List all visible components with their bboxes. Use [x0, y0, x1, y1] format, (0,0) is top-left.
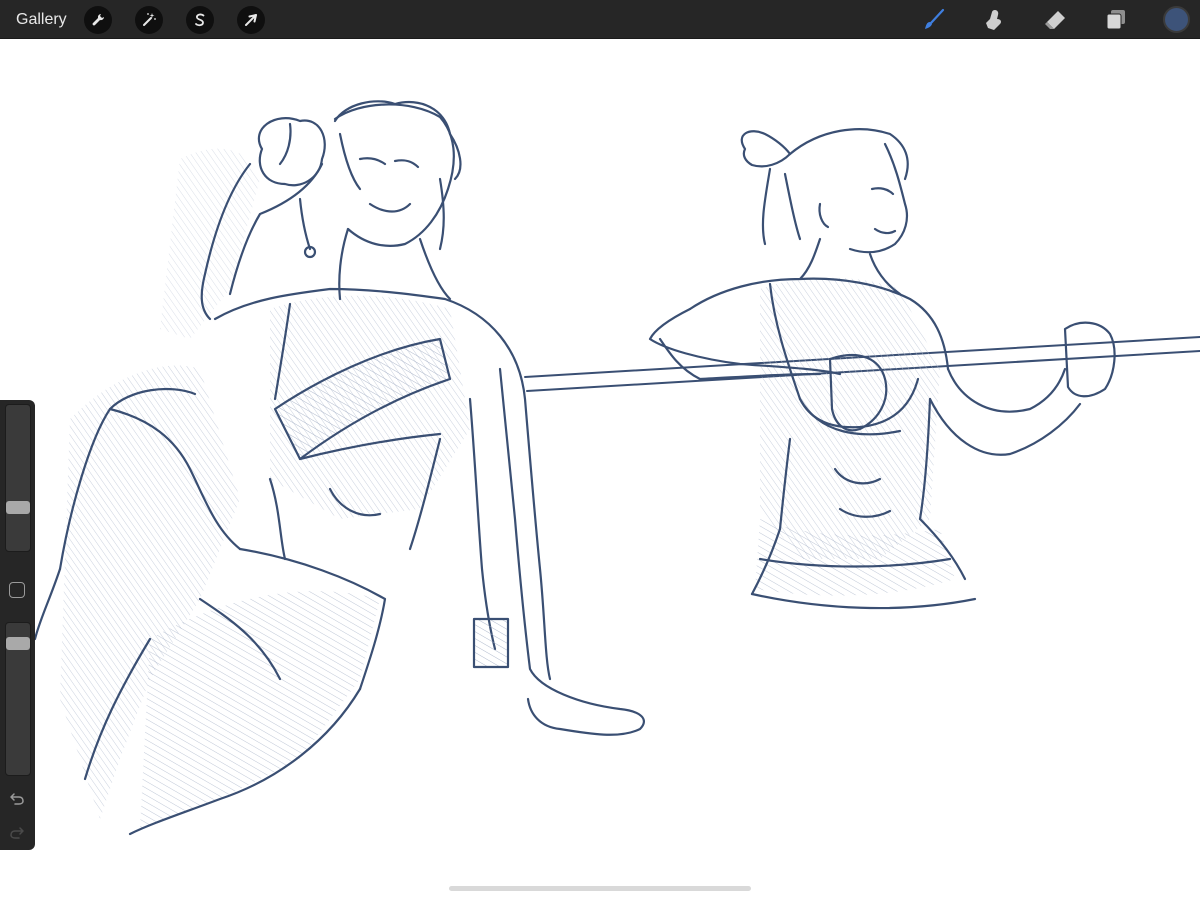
- color-picker-button[interactable]: [1163, 6, 1190, 33]
- brush-sidebar: [0, 400, 35, 850]
- actions-button[interactable]: [84, 6, 112, 34]
- eraser-icon: [1045, 11, 1065, 29]
- eraser-tool-button[interactable]: [1041, 6, 1069, 34]
- arrow-cursor-icon: [245, 14, 257, 26]
- selection-s-icon: [195, 13, 205, 27]
- layers-icon: [1106, 10, 1125, 30]
- brush-icon: [925, 8, 945, 29]
- redo-icon: [10, 827, 24, 839]
- gallery-button[interactable]: Gallery: [16, 9, 67, 31]
- home-indicator: [449, 886, 751, 891]
- drawing-canvas[interactable]: [0, 39, 1200, 899]
- smudge-icon: [986, 10, 1001, 30]
- adjustments-button[interactable]: [135, 6, 163, 34]
- brush-size-slider[interactable]: [5, 404, 31, 552]
- wrench-icon: [92, 14, 104, 26]
- redo-button[interactable]: [7, 822, 27, 842]
- brush-opacity-thumb[interactable]: [6, 637, 30, 650]
- brush-size-thumb[interactable]: [6, 501, 30, 514]
- undo-button[interactable]: [7, 788, 27, 808]
- square-modify-icon[interactable]: [9, 582, 25, 598]
- brush-opacity-slider[interactable]: [5, 622, 31, 776]
- sketch-artwork: [33, 100, 1200, 836]
- brush-tool-button[interactable]: [920, 6, 948, 34]
- smudge-tool-button[interactable]: [980, 6, 1008, 34]
- selection-button[interactable]: [186, 6, 214, 34]
- transform-button[interactable]: [237, 6, 265, 34]
- magic-wand-icon: [143, 13, 156, 26]
- undo-icon: [10, 793, 24, 805]
- top-toolbar: Gallery: [0, 0, 1200, 39]
- layers-button[interactable]: [1102, 6, 1130, 34]
